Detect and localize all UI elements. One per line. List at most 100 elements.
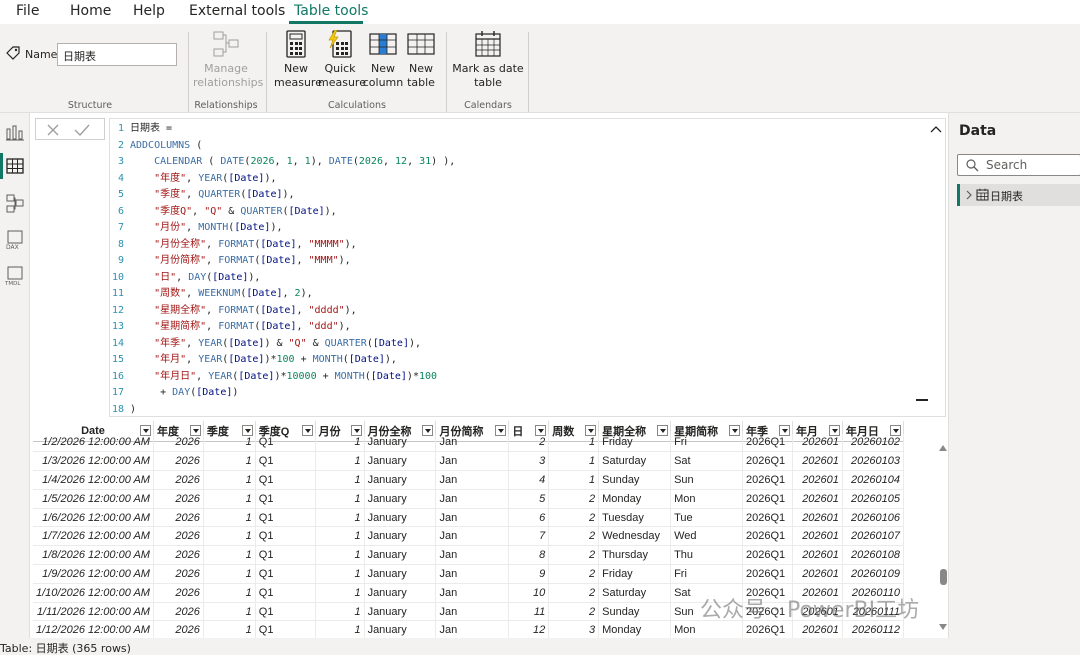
table-cell[interactable]: Sat xyxy=(670,451,743,472)
table-cell[interactable]: 1 xyxy=(315,583,365,603)
table-row[interactable]: 1/5/2026 12:00:00 AM 2026 1 Q1 1 January Jan 5 2… xyxy=(33,489,904,509)
table-cell[interactable]: 3 xyxy=(548,620,600,638)
table-cell[interactable]: January xyxy=(364,526,437,547)
table-cell[interactable]: January xyxy=(364,602,437,622)
table-cell[interactable]: Mon xyxy=(670,489,743,509)
table-cell[interactable]: 1/4/2026 12:00:00 AM xyxy=(33,470,154,490)
scroll-up-icon[interactable] xyxy=(939,445,947,451)
table-cell[interactable]: 2026Q1 xyxy=(742,451,793,472)
table-cell[interactable]: 2 xyxy=(548,489,600,509)
table-cell[interactable]: January xyxy=(364,545,437,566)
table-cell[interactable]: 202601 xyxy=(792,508,843,528)
table-cell[interactable]: Q1 xyxy=(255,526,316,547)
table-cell[interactable]: 202601 xyxy=(792,526,843,547)
table-cell[interactable]: Tuesday xyxy=(598,508,672,528)
table-row[interactable]: 1/4/2026 12:00:00 AM 2026 1 Q1 1 January Jan 4 1… xyxy=(33,470,904,490)
table-cell[interactable]: Saturday xyxy=(598,451,672,472)
table-cell[interactable]: 6 xyxy=(508,508,550,528)
table-cell[interactable]: January xyxy=(364,508,437,528)
table-cell[interactable]: 20260105 xyxy=(842,489,904,509)
table-cell[interactable]: Monday xyxy=(598,489,672,509)
table-cell[interactable]: 20260103 xyxy=(842,451,904,472)
table-cell[interactable]: Jan xyxy=(435,526,510,547)
table-cell[interactable]: January xyxy=(364,451,437,472)
table-cell[interactable]: 4 xyxy=(508,470,550,490)
table-cell[interactable]: Jan xyxy=(435,620,510,638)
table-cell[interactable]: 2026 xyxy=(153,489,204,509)
table-cell[interactable]: 7 xyxy=(508,526,550,547)
table-cell[interactable]: Jan xyxy=(435,564,510,584)
report-view-icon[interactable] xyxy=(4,121,26,143)
table-cell[interactable]: 2 xyxy=(548,564,600,584)
dax-formula-editor[interactable]: 1 日期表 = 2 ADDCOLUMNS (3 CALENDAR ( DATE(202… xyxy=(109,118,946,417)
table-cell[interactable]: 1/11/2026 12:00:00 AM xyxy=(33,602,154,622)
quick-measure-button[interactable]: Quick measure xyxy=(318,30,366,90)
menu-table-tools[interactable]: Table tools xyxy=(294,3,368,19)
table-cell[interactable]: 20260109 xyxy=(842,564,904,584)
menu-external-tools[interactable]: External tools xyxy=(189,3,285,19)
table-cell[interactable]: Jan xyxy=(435,545,510,566)
table-row[interactable]: 1/9/2026 12:00:00 AM 2026 1 Q1 1 January Jan 9 2… xyxy=(33,564,904,584)
table-cell[interactable]: Tue xyxy=(670,508,743,528)
table-cell[interactable]: 1/2/2026 12:00:00 AM xyxy=(33,433,154,453)
table-row[interactable]: 1/7/2026 12:00:00 AM 2026 1 Q1 1 January Jan 7 2… xyxy=(33,526,904,547)
table-cell[interactable]: Sunday xyxy=(598,470,672,490)
table-row[interactable]: 1/6/2026 12:00:00 AM 2026 1 Q1 1 January Jan 6 2… xyxy=(33,508,904,528)
table-cell[interactable]: Q1 xyxy=(255,602,316,622)
table-name-input[interactable]: 日期表 xyxy=(57,43,177,66)
table-cell[interactable]: 1 xyxy=(315,620,365,638)
menu-help[interactable]: Help xyxy=(133,3,165,19)
menu-home[interactable]: Home xyxy=(70,3,111,19)
table-cell[interactable]: 12 xyxy=(508,620,550,638)
table-cell[interactable]: 2026 xyxy=(153,433,204,453)
table-cell[interactable]: 1 xyxy=(203,433,256,453)
table-cell[interactable]: Jan xyxy=(435,470,510,490)
table-row[interactable]: 1/8/2026 12:00:00 AM 2026 1 Q1 1 January Jan 8 2… xyxy=(33,545,904,566)
table-cell[interactable]: 20260106 xyxy=(842,508,904,528)
table-cell[interactable]: 1 xyxy=(315,508,365,528)
scrollbar-thumb[interactable] xyxy=(940,569,947,585)
table-cell[interactable]: 2026 xyxy=(153,508,204,528)
new-table-button[interactable]: New table xyxy=(404,30,438,90)
table-cell[interactable]: 202601 xyxy=(792,470,843,490)
table-cell[interactable]: 2 xyxy=(548,526,600,547)
table-cell[interactable]: 1 xyxy=(203,451,256,472)
table-cell[interactable]: 1 xyxy=(203,508,256,528)
table-cell[interactable]: Jan xyxy=(435,489,510,509)
menu-file[interactable]: File xyxy=(16,3,39,19)
table-cell[interactable]: Fri xyxy=(670,433,743,453)
table-cell[interactable]: 1/10/2026 12:00:00 AM xyxy=(33,583,154,603)
table-cell[interactable]: 9 xyxy=(508,564,550,584)
scroll-down-icon[interactable] xyxy=(939,624,947,630)
commit-check-icon[interactable] xyxy=(74,123,90,137)
table-cell[interactable]: Jan xyxy=(435,602,510,622)
table-cell[interactable]: January xyxy=(364,489,437,509)
table-cell[interactable]: 1 xyxy=(203,526,256,547)
table-cell[interactable]: Q1 xyxy=(255,583,316,603)
table-cell[interactable]: Jan xyxy=(435,508,510,528)
table-cell[interactable]: Jan xyxy=(435,451,510,472)
dax-query-view-icon[interactable]: DAX xyxy=(4,229,26,251)
table-cell[interactable]: Q1 xyxy=(255,545,316,566)
table-cell[interactable]: 1/12/2026 12:00:00 AM xyxy=(33,620,154,638)
new-column-button[interactable]: New column xyxy=(362,30,404,90)
table-cell[interactable]: Wed xyxy=(670,526,743,547)
table-cell[interactable]: 2026 xyxy=(153,620,204,638)
table-cell[interactable]: 2026Q1 xyxy=(742,508,793,528)
table-cell[interactable]: Q1 xyxy=(255,620,316,638)
table-cell[interactable]: 2026Q1 xyxy=(742,564,793,584)
table-cell[interactable]: Sun xyxy=(670,470,743,490)
manage-relationships-button[interactable]: Manage relationships xyxy=(193,30,263,90)
table-cell[interactable]: 1 xyxy=(315,564,365,584)
table-cell[interactable]: 1 xyxy=(203,489,256,509)
table-cell[interactable]: Thu xyxy=(670,545,743,566)
table-cell[interactable]: January xyxy=(364,583,437,603)
table-cell[interactable]: 1 xyxy=(315,433,365,453)
tmdl-view-icon[interactable]: TMDL xyxy=(4,265,26,287)
table-cell[interactable]: Q1 xyxy=(255,433,316,453)
table-cell[interactable]: Monday xyxy=(598,620,672,638)
table-cell[interactable]: 202601 xyxy=(792,545,843,566)
table-cell[interactable]: Q1 xyxy=(255,508,316,528)
table-cell[interactable]: January xyxy=(364,470,437,490)
table-cell[interactable]: 5 xyxy=(508,489,550,509)
